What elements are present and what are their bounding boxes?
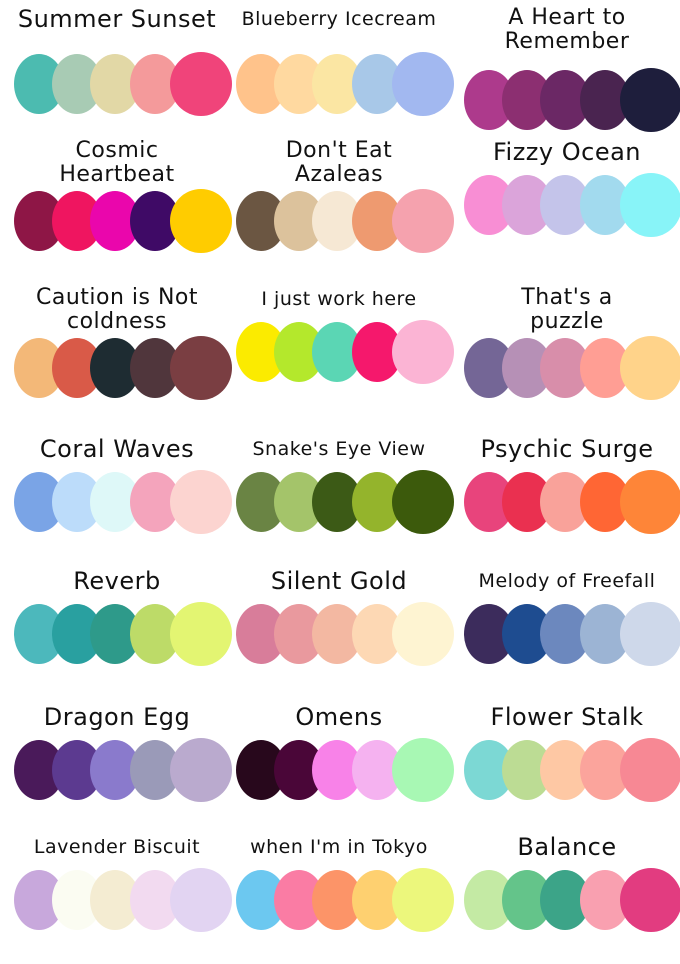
palette-title: Silent Gold <box>270 567 408 595</box>
color-swatch <box>392 868 454 932</box>
swatch-row <box>14 189 232 261</box>
swatch-row <box>14 336 232 408</box>
palette-title: when I'm in Tokyo <box>250 836 428 858</box>
color-swatch <box>392 52 454 116</box>
color-swatch <box>620 173 680 237</box>
swatch-row <box>236 320 454 392</box>
palette-card: I just work here <box>226 280 454 416</box>
palette-title: Fizzy Ocean <box>492 138 642 166</box>
palette-card: Summer Sunset <box>4 0 232 136</box>
swatch-row <box>236 738 454 810</box>
palette-card: Balance <box>454 828 680 964</box>
palette-card: Lavender Biscuit <box>4 828 232 964</box>
palette-title: Don't Eat Azaleas <box>285 138 393 187</box>
swatch-row <box>464 738 680 810</box>
palette-title: Omens <box>295 703 383 731</box>
color-swatch <box>620 602 680 666</box>
palette-card: Flower Stalk <box>454 698 680 834</box>
palette-card: when I'm in Tokyo <box>226 828 454 964</box>
palette-title: A Heart to Remember <box>504 5 630 54</box>
palette-card: Omens <box>226 698 454 834</box>
color-swatch <box>170 52 232 116</box>
color-swatch <box>170 189 232 253</box>
color-swatch <box>170 470 232 534</box>
palette-title: I just work here <box>261 288 417 310</box>
color-swatch <box>392 189 454 253</box>
swatch-row <box>464 470 680 542</box>
palette-card: Fizzy Ocean <box>454 133 680 269</box>
swatch-row <box>236 602 454 674</box>
color-swatch <box>392 602 454 666</box>
swatch-row <box>236 189 454 261</box>
palette-card: Melody of Freefall <box>454 562 680 698</box>
color-swatch <box>620 470 680 534</box>
color-swatch <box>392 320 454 384</box>
palette-card: Cosmic Heartbeat <box>4 133 232 269</box>
swatch-row <box>14 738 232 810</box>
palette-title: Reverb <box>73 567 161 595</box>
swatch-row <box>14 868 232 940</box>
palette-title: Cosmic Heartbeat <box>59 138 175 187</box>
palette-title: Lavender Biscuit <box>33 836 201 858</box>
swatch-row <box>464 602 680 674</box>
palette-card: Reverb <box>4 562 232 698</box>
swatch-row <box>464 868 680 940</box>
palette-title: Caution is Not coldness <box>35 285 199 334</box>
swatch-row <box>14 52 232 124</box>
color-swatch <box>620 336 680 400</box>
palette-card: Don't Eat Azaleas <box>226 133 454 269</box>
palette-card: A Heart to Remember <box>454 0 680 136</box>
palette-card: That's a puzzle <box>454 280 680 416</box>
swatch-row <box>236 52 454 124</box>
swatch-row <box>464 336 680 408</box>
color-swatch <box>620 868 680 932</box>
palette-card: Snake's Eye View <box>226 430 454 566</box>
palette-title: Snake's Eye View <box>252 438 426 460</box>
swatch-row <box>464 173 680 245</box>
swatch-row <box>14 470 232 542</box>
swatch-row <box>464 68 680 140</box>
palette-title: Coral Waves <box>39 435 195 463</box>
swatch-row <box>236 868 454 940</box>
swatch-row <box>14 602 232 674</box>
palette-title: Dragon Egg <box>43 703 191 731</box>
palette-title: That's a puzzle <box>521 285 613 334</box>
palette-title: Balance <box>517 833 617 861</box>
color-swatch <box>392 738 454 802</box>
color-swatch <box>392 470 454 534</box>
palette-title: Flower Stalk <box>490 703 644 731</box>
color-swatch <box>170 738 232 802</box>
palette-title: Blueberry Icecream <box>241 8 437 30</box>
color-swatch <box>620 68 680 132</box>
palette-card: Psychic Surge <box>454 430 680 566</box>
palette-card: Caution is Not coldness <box>4 280 232 416</box>
color-swatch <box>170 868 232 932</box>
palette-title: Melody of Freefall <box>478 570 656 592</box>
swatch-row <box>236 470 454 542</box>
palette-card: Silent Gold <box>226 562 454 698</box>
palette-card: Coral Waves <box>4 430 232 566</box>
palette-card: Dragon Egg <box>4 698 232 834</box>
palette-title: Summer Sunset <box>17 5 217 33</box>
palette-sheet: Summer Sunset Blueberry Icecream A Heart t… <box>0 0 680 960</box>
color-swatch <box>170 602 232 666</box>
color-swatch <box>620 738 680 802</box>
palette-card: Blueberry Icecream <box>226 0 454 136</box>
palette-title: Psychic Surge <box>480 435 654 463</box>
color-swatch <box>170 336 232 400</box>
